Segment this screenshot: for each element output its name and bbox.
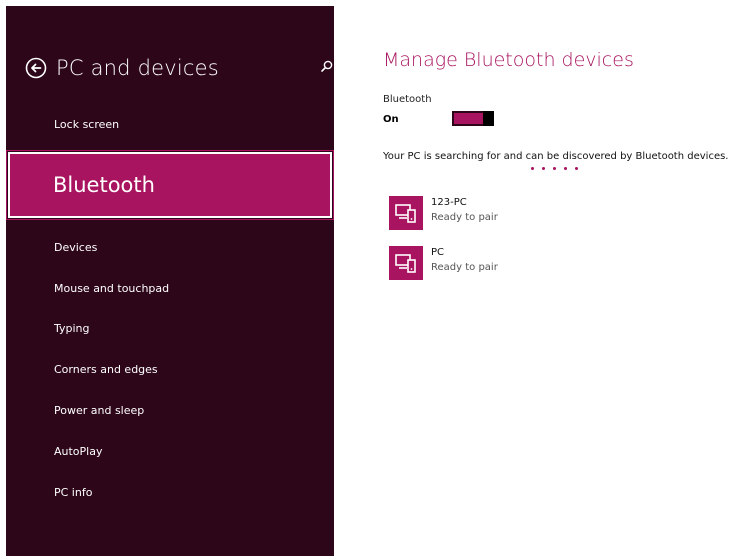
main-title: Manage Bluetooth devices xyxy=(383,49,634,71)
sidebar-item-pc-info[interactable]: PC info xyxy=(6,486,334,499)
sidebar-item-label: Devices xyxy=(54,241,98,254)
sidebar-item-autoplay[interactable]: AutoPlay xyxy=(6,445,334,458)
device-item[interactable]: PC Ready to pair xyxy=(389,246,649,280)
device-name: 123-PC xyxy=(431,197,467,208)
device-name: PC xyxy=(431,247,445,258)
progress-dot xyxy=(553,167,556,170)
device-icon xyxy=(389,196,423,230)
sidebar-header: PC and devices xyxy=(24,50,333,86)
page-title: PC and devices xyxy=(56,56,219,80)
bluetooth-status-text: Your PC is searching for and can be disc… xyxy=(383,151,729,162)
sidebar-item-mouse-and-touchpad[interactable]: Mouse and touchpad xyxy=(6,282,334,295)
sidebar-item-label: AutoPlay xyxy=(54,445,103,458)
progress-dots xyxy=(531,167,578,170)
progress-dot xyxy=(575,167,578,170)
sidebar: PC and devices Lock screen Bluetooth Dev… xyxy=(6,6,334,556)
bluetooth-label: Bluetooth xyxy=(383,94,432,105)
progress-dot xyxy=(542,167,545,170)
sidebar-item-lock-screen[interactable]: Lock screen xyxy=(6,118,334,131)
sidebar-item-label: Power and sleep xyxy=(54,404,145,417)
device-item[interactable]: 123-PC Ready to pair xyxy=(389,196,649,230)
sidebar-item-label: Typing xyxy=(54,322,90,335)
device-status: Ready to pair xyxy=(431,212,498,223)
sidebar-item-label: Bluetooth xyxy=(53,173,155,197)
bluetooth-toggle[interactable] xyxy=(452,111,494,126)
sidebar-item-label: Lock screen xyxy=(54,118,120,131)
sidebar-item-bluetooth[interactable]: Bluetooth xyxy=(6,150,334,220)
progress-dot xyxy=(564,167,567,170)
device-status: Ready to pair xyxy=(431,262,498,273)
sidebar-item-label: Corners and edges xyxy=(54,363,158,376)
toggle-thumb xyxy=(483,111,494,126)
back-arrow-icon[interactable] xyxy=(24,56,48,80)
sidebar-item-corners-and-edges[interactable]: Corners and edges xyxy=(6,363,334,376)
sidebar-item-typing[interactable]: Typing xyxy=(6,322,334,335)
progress-dot xyxy=(531,167,534,170)
sidebar-item-power-and-sleep[interactable]: Power and sleep xyxy=(6,404,334,417)
sidebar-item-label: PC info xyxy=(54,486,93,499)
sidebar-item-label: Mouse and touchpad xyxy=(54,282,170,295)
search-icon[interactable] xyxy=(320,58,336,74)
device-icon xyxy=(389,246,423,280)
bluetooth-state: On xyxy=(383,114,399,125)
sidebar-item-devices[interactable]: Devices xyxy=(6,241,334,254)
